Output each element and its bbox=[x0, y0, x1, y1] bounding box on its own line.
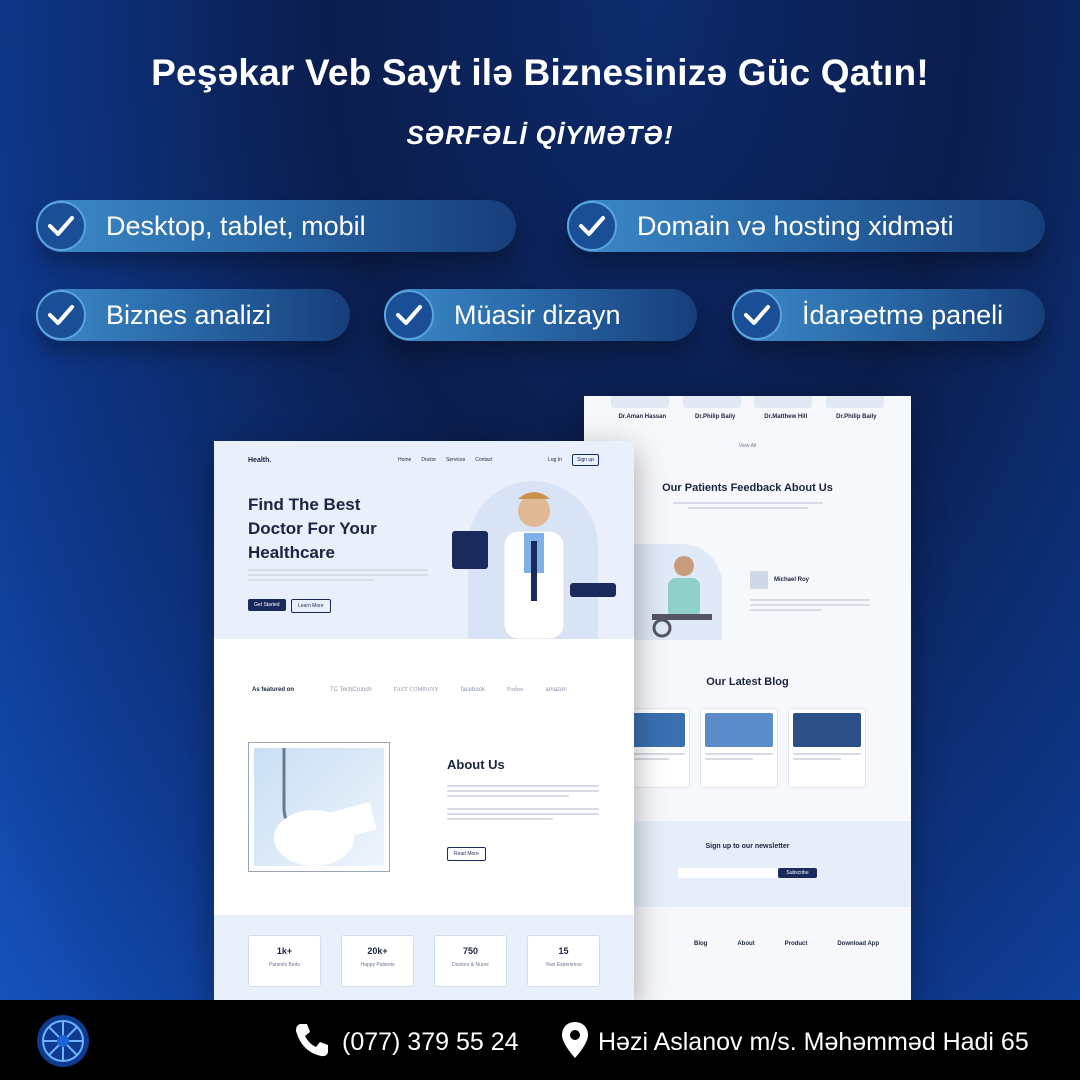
featured-logo: facebook bbox=[460, 687, 486, 693]
footer-col: Product bbox=[784, 941, 808, 947]
hero-section: Health. Home Doctor Services Contact Log… bbox=[214, 441, 634, 640]
doctor-name: Dr.Philip Baily bbox=[695, 414, 736, 420]
stats-section: 1k+ Patients Beds 20k+ Happy Patients 75… bbox=[214, 915, 634, 1000]
doctor-badge bbox=[452, 531, 488, 569]
stat-card: 1k+ Patients Beds bbox=[248, 935, 321, 987]
blog-card[interactable] bbox=[628, 708, 690, 788]
check-icon bbox=[732, 290, 782, 340]
phone-number[interactable]: (077) 379 55 24 bbox=[342, 1028, 519, 1057]
patient-photo bbox=[632, 544, 722, 640]
doctor-photo bbox=[754, 396, 813, 408]
feature-pill-analysis: Biznes analizi bbox=[36, 289, 350, 341]
nav-link[interactable]: Contact bbox=[475, 457, 492, 463]
site-logo: Health. bbox=[248, 457, 272, 464]
feature-pill-domain: Domain və hosting xidməti bbox=[567, 200, 1045, 252]
headline: Peşəkar Veb Sayt ilə Biznesinizə Güc Qat… bbox=[151, 52, 929, 93]
read-more-button[interactable]: Read More bbox=[447, 847, 486, 861]
avatar bbox=[750, 571, 768, 589]
reviewer-name: Michael Roy bbox=[774, 577, 810, 583]
stat-label: Patients Beds bbox=[269, 962, 300, 968]
address-text: Həzi Aslanov m/s. Məhəmməd Hadi 65 bbox=[598, 1028, 1029, 1056]
blog-card[interactable] bbox=[788, 708, 866, 788]
website-mockup-front: Health. Home Doctor Services Contact Log… bbox=[214, 441, 634, 1000]
blog-card[interactable] bbox=[700, 708, 778, 788]
signup-button[interactable]: Sign up bbox=[572, 454, 599, 466]
feature-pill-admin: İdarəetmə paneli bbox=[732, 289, 1045, 341]
featured-row: As featured on TC TechCrunch FAST COMPAN… bbox=[252, 687, 567, 693]
featured-logo: amazon bbox=[545, 687, 567, 693]
footer-col: Download App bbox=[837, 941, 880, 947]
stat-card: 15 Year Experience bbox=[527, 935, 600, 987]
location-pin-icon bbox=[560, 1020, 590, 1065]
stat-value: 750 bbox=[462, 946, 479, 956]
site-nav: Home Doctor Services Contact bbox=[398, 457, 493, 463]
doctor-name: Dr.Philip Baily bbox=[836, 414, 877, 420]
doctor-photo bbox=[610, 396, 669, 408]
stat-card: 20k+ Happy Patients bbox=[341, 935, 414, 987]
get-started-button[interactable]: Get Started bbox=[248, 599, 286, 611]
nav-link[interactable]: Doctor bbox=[421, 457, 436, 463]
doctor-names: Dr.Aman Hassan Dr.Philip Baily Dr.Matthe… bbox=[584, 414, 911, 420]
footer-col: About bbox=[737, 941, 755, 947]
stat-label: Year Experience bbox=[545, 962, 582, 968]
stat-value: 15 bbox=[558, 946, 569, 956]
hero-title-line: Find The Best bbox=[248, 495, 361, 514]
about-image bbox=[254, 748, 384, 866]
stat-label: Doctors & Nurse bbox=[452, 962, 489, 968]
about-title: About Us bbox=[447, 757, 505, 772]
nav-link[interactable]: Services bbox=[446, 457, 465, 463]
featured-logo: TC TechCrunch bbox=[330, 687, 372, 693]
blog-cards bbox=[628, 708, 866, 788]
about-image-frame bbox=[248, 742, 390, 872]
featured-logo: FAST COMPANY bbox=[393, 687, 439, 693]
subscribe-button[interactable]: Subscribe bbox=[778, 868, 817, 878]
stat-value: 20k+ bbox=[367, 946, 388, 956]
subline: SƏRFƏLİ QİYMƏTƏ! bbox=[406, 120, 674, 150]
featured-label: As featured on bbox=[252, 687, 295, 693]
feature-label: İdarəetmə paneli bbox=[802, 299, 1004, 330]
footer-col: Blog bbox=[694, 941, 708, 947]
feature-pill-design: Müasir dizayn bbox=[384, 289, 697, 341]
doctor-photo bbox=[826, 396, 885, 408]
feature-label: Biznes analizi bbox=[106, 299, 272, 330]
hero-title: Find The Best Doctor For Your Healthcare bbox=[248, 493, 377, 565]
stat-value: 1k+ bbox=[276, 946, 293, 956]
feature-label: Domain və hosting xidməti bbox=[637, 210, 954, 241]
doctor-name: Dr.Aman Hassan bbox=[618, 414, 667, 420]
check-icon bbox=[567, 201, 617, 251]
phone-icon bbox=[292, 1020, 332, 1065]
feature-label: Desktop, tablet, mobil bbox=[106, 210, 366, 241]
hero-title-line: Doctor For Your bbox=[248, 519, 377, 538]
learn-more-button[interactable]: Learn More bbox=[291, 599, 331, 613]
company-logo bbox=[37, 1015, 89, 1067]
featured-logo: Forbes bbox=[507, 687, 524, 693]
check-icon bbox=[384, 290, 434, 340]
check-icon bbox=[36, 290, 86, 340]
doctor-cards bbox=[584, 396, 911, 408]
feature-label: Müasir dizayn bbox=[454, 299, 621, 330]
feature-pill-devices: Desktop, tablet, mobil bbox=[36, 200, 516, 252]
doctor-badge bbox=[570, 583, 616, 597]
phone-block[interactable]: (077) 379 55 24 bbox=[292, 1020, 519, 1065]
address-block: Həzi Aslanov m/s. Məhəmməd Hadi 65 bbox=[560, 1020, 1029, 1065]
footer-columns: Blog About Product Download App bbox=[694, 941, 879, 947]
doctor-photo bbox=[682, 396, 741, 408]
nav-link[interactable]: Home bbox=[398, 457, 411, 463]
review-card: Michael Roy bbox=[750, 571, 870, 614]
view-all-link[interactable]: View All bbox=[739, 443, 756, 449]
login-link[interactable]: Log In bbox=[548, 457, 562, 463]
check-icon bbox=[36, 201, 86, 251]
hero-title-line: Healthcare bbox=[248, 543, 335, 562]
doctor-name: Dr.Matthew Hill bbox=[764, 414, 808, 420]
stat-card: 750 Doctors & Nurse bbox=[434, 935, 507, 987]
stat-label: Happy Patients bbox=[360, 962, 395, 968]
newsletter-input[interactable] bbox=[678, 868, 779, 878]
contact-footer: (077) 379 55 24 Həzi Aslanov m/s. Məhəmm… bbox=[0, 1000, 1080, 1080]
